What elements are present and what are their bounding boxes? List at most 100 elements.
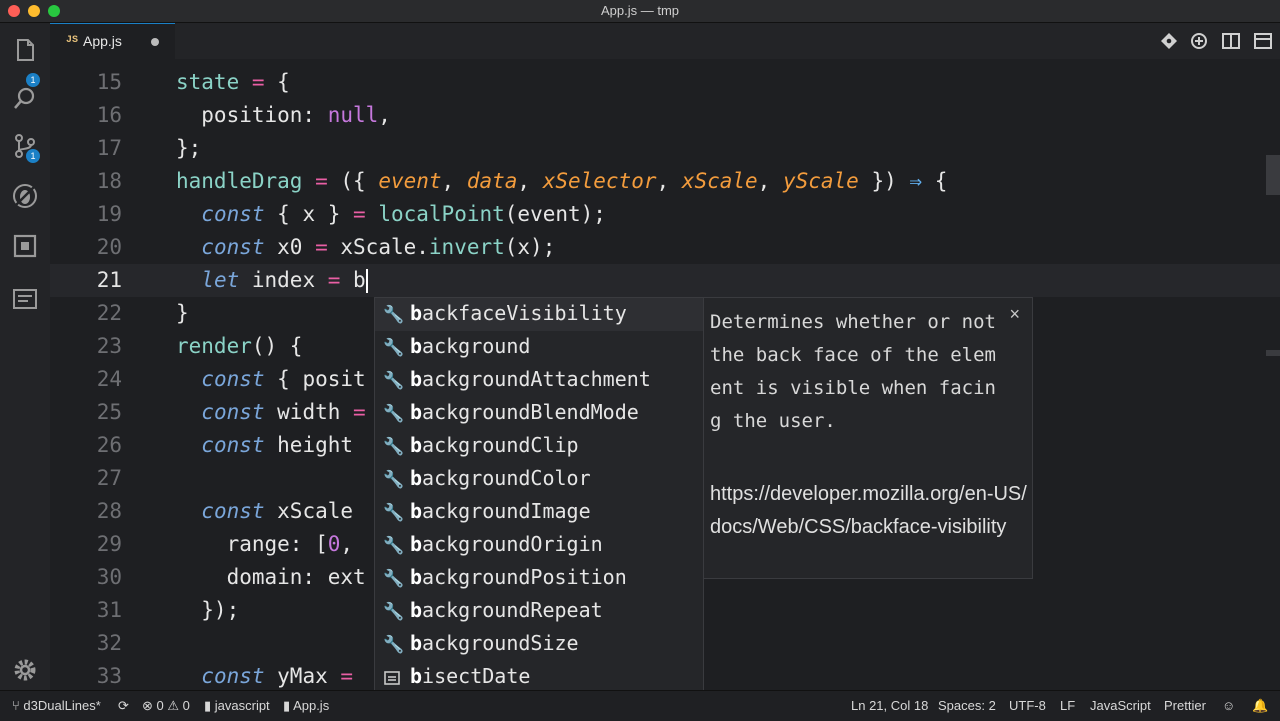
code-line: 15 state = { xyxy=(50,66,1280,99)
error-count: 0 xyxy=(156,698,164,713)
language-badge-label: javascript xyxy=(214,698,270,713)
javascript-file-icon: JS xyxy=(66,35,79,46)
suggestion-details-panel: × Determines whether or not the back fac… xyxy=(703,297,1033,579)
code-text: const width = xyxy=(176,396,365,429)
panel-icon[interactable] xyxy=(12,286,38,312)
line-number: 25 xyxy=(96,400,122,424)
editor-scrollbar-thumb[interactable] xyxy=(1266,155,1280,195)
code-token: const xyxy=(201,433,265,457)
feedback-smiley-icon[interactable]: ☺ xyxy=(1222,698,1235,713)
suggestion-label: backfaceVisibility xyxy=(410,301,627,325)
suggestion-item[interactable]: 🔧 backgroundImage xyxy=(375,496,703,529)
problems-indicator[interactable]: ⊗ 0 ⚠ 0 xyxy=(142,698,190,714)
split-editor-icon[interactable] xyxy=(1222,32,1240,50)
suggestion-label: backgroundImage xyxy=(410,499,591,523)
branch-icon: ⑂ xyxy=(12,698,24,713)
unsaved-dot-icon[interactable] xyxy=(151,38,159,46)
suggestion-item[interactable]: 🔧 background xyxy=(375,331,703,364)
code-token: , xyxy=(441,169,467,193)
suggestion-match: b xyxy=(410,598,423,622)
line-number: 29 xyxy=(96,532,122,556)
formatter[interactable]: Prettier xyxy=(1164,698,1206,713)
code-token: width xyxy=(264,400,354,424)
close-details-icon[interactable]: × xyxy=(1009,304,1020,325)
settings-gear-icon[interactable] xyxy=(12,657,38,683)
language-mode[interactable]: JavaScript xyxy=(1090,698,1151,713)
details-link[interactable]: https://developer.mozilla.org/en-US/docs… xyxy=(710,478,1028,544)
file-code-icon: ▮ xyxy=(204,698,215,713)
warning-icon: ⚠ xyxy=(167,698,180,713)
wrench-icon: 🔧 xyxy=(383,470,405,489)
line-number: 19 xyxy=(96,202,122,226)
code-text: }; xyxy=(176,136,202,160)
suggestion-item[interactable]: 🔧 backgroundClip xyxy=(375,430,703,463)
search-icon[interactable] xyxy=(12,85,38,111)
suggestion-item[interactable]: 🔧 backgroundAttachment xyxy=(375,364,703,397)
code-line: 20 const x0 = xScale.invert(x); xyxy=(50,231,1280,264)
encoding[interactable]: UTF-8 xyxy=(1009,698,1046,713)
tab-app-js[interactable]: JS App.js xyxy=(50,23,175,60)
suggestion-label: backgroundSize xyxy=(410,631,579,655)
code-token: range: [ xyxy=(176,532,328,556)
code-token: const xyxy=(201,202,265,226)
suggestion-match: b xyxy=(410,466,423,490)
line-number: 17 xyxy=(96,136,122,160)
open-changes-icon[interactable] xyxy=(1190,32,1208,50)
indentation[interactable]: Spaces: 2 xyxy=(938,698,996,713)
code-text: domain: ext xyxy=(176,565,366,589)
suggestion-rest: ackgroundPosition xyxy=(422,565,627,589)
suggestion-match: b xyxy=(410,334,423,358)
line-number: 28 xyxy=(96,499,122,523)
line-number: 21 xyxy=(96,268,122,292)
code-token: x0 xyxy=(264,235,316,259)
suggestion-rest: ackgroundImage xyxy=(422,499,591,523)
code-token: localPoint xyxy=(378,202,505,226)
code-token: state xyxy=(176,70,240,94)
suggestion-rest: ackgroundAttachment xyxy=(422,367,651,391)
code-token: = xyxy=(353,202,366,226)
suggestion-item[interactable]: 🔧 backgroundRepeat xyxy=(375,595,703,628)
suggestion-rest: ackgroundRepeat xyxy=(422,598,603,622)
window-title: App.js — tmp xyxy=(600,3,680,18)
suggestion-item[interactable]: 🔧 backgroundSize xyxy=(375,628,703,661)
suggestion-item[interactable]: 🔧 backfaceVisibility xyxy=(375,298,703,331)
suggestion-item[interactable]: 🔧 backgroundPosition xyxy=(375,562,703,595)
line-number: 18 xyxy=(96,169,122,193)
explorer-icon[interactable] xyxy=(12,37,38,63)
more-actions-icon[interactable] xyxy=(1254,32,1272,50)
suggestion-item[interactable]: 🔧 backgroundColor xyxy=(375,463,703,496)
line-ending[interactable]: LF xyxy=(1060,698,1075,713)
branch-name: d3DualLines* xyxy=(23,698,101,713)
code-token: , xyxy=(517,169,543,193)
title-bar: App.js — tmp xyxy=(0,0,1280,23)
code-token: 0 xyxy=(327,532,341,556)
autocomplete-list: 🔧 backfaceVisibility 🔧 background 🔧 backgro… xyxy=(374,297,704,695)
branch-indicator[interactable]: ⑂ d3DualLines* xyxy=(12,698,101,713)
extensions-icon[interactable] xyxy=(12,233,38,259)
sync-icon[interactable]: ⟳ xyxy=(118,698,129,714)
code-token: , xyxy=(757,169,783,193)
notifications-bell-icon[interactable]: 🔔 xyxy=(1252,698,1268,714)
cursor-position[interactable]: Ln 21, Col 18 xyxy=(851,698,928,713)
source-control-badge: 1 xyxy=(26,149,40,163)
file-icon: ▮ xyxy=(283,698,294,713)
suggestion-label: backgroundAttachment xyxy=(410,367,651,391)
suggestion-item[interactable]: 🔧 backgroundBlendMode xyxy=(375,397,703,430)
wrench-icon: 🔧 xyxy=(383,437,405,456)
suggestion-label: backgroundClip xyxy=(410,433,579,457)
details-description: Determines whether or not the back face … xyxy=(710,311,996,432)
debug-icon[interactable] xyxy=(12,183,38,209)
suggestion-item[interactable]: 🔧 backgroundOrigin xyxy=(375,529,703,562)
code-text: range: [0, xyxy=(176,528,353,561)
variable-icon xyxy=(383,669,401,687)
code-token: { xyxy=(277,70,290,94)
code-text: }); xyxy=(176,598,240,622)
git-diff-icon[interactable] xyxy=(1160,32,1178,50)
code-line-current: 21 let index = b xyxy=(50,264,1280,297)
active-file[interactable]: ▮ App.js xyxy=(283,698,329,714)
code-token: { xyxy=(922,169,948,193)
language-badge[interactable]: ▮ javascript xyxy=(204,698,270,714)
